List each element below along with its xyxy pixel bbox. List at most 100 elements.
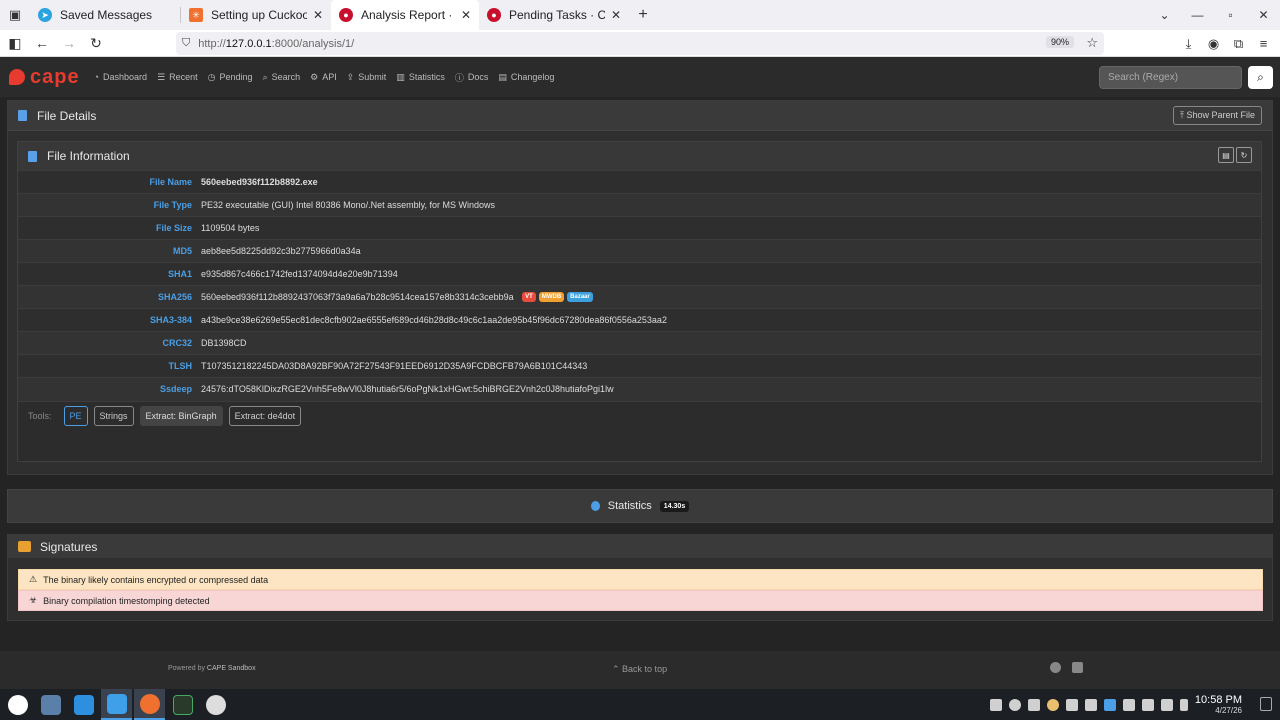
task-switcher-icon xyxy=(40,694,61,715)
tool-bingraph-button[interactable]: Extract: BinGraph xyxy=(139,405,223,426)
back-arrow-icon[interactable]: ← xyxy=(30,31,54,55)
chat-tray-icon[interactable] xyxy=(1104,698,1116,711)
file-manager-button[interactable] xyxy=(101,689,132,720)
search-icon: ⌕ xyxy=(1257,70,1264,84)
minimize-icon[interactable]: — xyxy=(1181,8,1214,22)
close-tab-icon[interactable]: ✕ xyxy=(611,8,621,22)
tool-de4dot-button[interactable]: Extract: de4dot xyxy=(228,405,302,426)
download-icon[interactable]: ⤓ xyxy=(1180,36,1197,52)
tab-list-icon[interactable]: ▣ xyxy=(0,0,30,30)
github-icon[interactable] xyxy=(1050,662,1061,673)
volume-tray-icon[interactable] xyxy=(1123,698,1135,711)
cape-sandbox-link[interactable]: CAPE Sandbox xyxy=(207,665,256,672)
biohazard-icon: ☣ xyxy=(29,595,38,605)
show-parent-file-button[interactable]: ⤒ Show Parent File xyxy=(1172,106,1262,125)
file-icon xyxy=(18,110,27,121)
file-details-panel: File Details ⤒ Show Parent File File Inf… xyxy=(7,100,1273,475)
network-tray-icon[interactable] xyxy=(990,698,1002,711)
nav-docs[interactable]: ⓘ Docs xyxy=(455,71,489,84)
bluetooth-tray-icon[interactable] xyxy=(1066,698,1078,711)
reload-icon[interactable]: ↻ xyxy=(84,31,108,55)
firefox-button[interactable] xyxy=(134,689,165,720)
new-tab-icon[interactable]: + xyxy=(629,6,657,24)
bazaar-badge[interactable]: Bazaar xyxy=(567,292,593,303)
refresh-icon[interactable]: ↻ xyxy=(1236,147,1252,163)
nav-submit[interactable]: ⇪ Submit xyxy=(347,72,387,83)
file-information-header: File Information ▤ ↻ xyxy=(18,142,1261,170)
file-information-panel: File Information ▤ ↻ File Name 560eebed93… xyxy=(17,141,1262,462)
document-icon[interactable]: ▤ xyxy=(1218,147,1234,163)
maximize-icon[interactable]: ▫ xyxy=(1214,8,1247,22)
cape-favicon-icon: ● xyxy=(339,8,353,22)
changelog-icon: ▤ xyxy=(498,71,507,82)
table-row: SHA1 e935d867c466c1742fed1374094d4e20e9b7… xyxy=(18,262,1261,286)
store-button[interactable] xyxy=(68,689,99,720)
table-row: TLSH T1073512182245DA03D8A92BF90A72F27543… xyxy=(18,354,1261,378)
cape-favicon-icon: ● xyxy=(487,8,501,22)
tab-pending-tasks[interactable]: ● Pending Tasks · CAPE Sand ✕ xyxy=(479,0,629,30)
wifi-tray-icon[interactable] xyxy=(1161,698,1173,711)
system-tray xyxy=(990,689,1188,720)
nav-statistics[interactable]: ▥ Statistics xyxy=(396,72,445,83)
display-tray-icon[interactable] xyxy=(1142,698,1154,711)
forward-arrow-icon[interactable]: → xyxy=(57,31,81,55)
regex-search-input[interactable]: Search (Regex) xyxy=(1099,66,1242,89)
tool-pe-button[interactable]: PE xyxy=(63,405,88,426)
chevron-down-icon[interactable]: ⌄ xyxy=(1148,8,1181,22)
close-tab-icon[interactable]: ✕ xyxy=(461,8,471,22)
task-switcher-button[interactable] xyxy=(35,689,66,720)
cape-logo[interactable]: cape xyxy=(9,66,80,89)
folder-icon xyxy=(106,693,127,714)
nav-changelog[interactable]: ▤ Changelog xyxy=(498,72,554,83)
nav-recent[interactable]: ☰ Recent xyxy=(157,72,198,83)
tab-saved-messages[interactable]: ➤ Saved Messages xyxy=(30,0,180,30)
close-tab-icon[interactable]: ✕ xyxy=(313,8,323,22)
nav-pending[interactable]: ◷ Pending xyxy=(208,72,253,83)
stopwatch-icon xyxy=(590,501,600,511)
page-title: File Details xyxy=(37,108,97,123)
back-to-top-link[interactable]: ⌃ Back to top xyxy=(612,664,667,675)
tray-expand-icon[interactable] xyxy=(1180,698,1188,711)
menu-icon[interactable]: ≡ xyxy=(1255,36,1272,51)
upload-icon: ⇪ xyxy=(346,71,355,82)
nav-api[interactable]: ⚙ API xyxy=(310,72,337,83)
url-bar[interactable]: ⛉ http://127.0.0.1:8000/analysis/1/ 90% … xyxy=(176,32,1104,55)
tab-setting-up-cuckoo[interactable]: ✳ Setting up Cuckoo sandbo ✕ xyxy=(181,0,331,30)
table-row: File Name 560eebed936f112b8892.exe xyxy=(18,170,1261,194)
close-window-icon[interactable]: ✕ xyxy=(1247,8,1280,22)
nav-dashboard[interactable]: ◔ Dashboard xyxy=(94,72,147,82)
bar-chart-icon: ▥ xyxy=(396,71,405,82)
docs-icon[interactable] xyxy=(1072,662,1083,673)
bookmark-star-icon[interactable]: ☆ xyxy=(1086,35,1098,51)
account-icon[interactable]: ◉ xyxy=(1205,36,1222,52)
show-desktop-button[interactable] xyxy=(1260,697,1272,711)
duration-badge: 14.30s xyxy=(659,500,690,512)
statistics-toggle[interactable]: Statistics 14.30s xyxy=(7,489,1273,523)
telegram-icon: ➤ xyxy=(38,8,52,22)
app-launcher-button[interactable] xyxy=(2,689,33,720)
signature-item[interactable]: ☣ Binary compilation timestomping detect… xyxy=(18,590,1263,611)
terminal-button[interactable] xyxy=(167,689,198,720)
brightness-tray-icon[interactable] xyxy=(1085,698,1097,711)
mwdb-badge[interactable]: MWDB xyxy=(538,292,565,303)
cape-logo-icon xyxy=(9,69,25,85)
vt-badge[interactable]: VT xyxy=(522,292,536,303)
signatures-panel: Signatures ⚠ The binary likely contains … xyxy=(7,534,1273,621)
launcher-icon xyxy=(7,694,28,715)
nav-search[interactable]: ⌕ Search xyxy=(263,72,301,83)
clipboard-tray-icon[interactable] xyxy=(1028,698,1040,711)
tab-analysis-report[interactable]: ● Analysis Report · CAPE San ✕ xyxy=(331,0,479,30)
power-tray-icon[interactable] xyxy=(1009,698,1021,711)
update-tray-icon[interactable] xyxy=(1047,698,1059,711)
tool-strings-button[interactable]: Strings xyxy=(93,405,134,426)
extensions-icon[interactable]: ⧉ xyxy=(1230,36,1247,52)
sidebar-toggle-icon[interactable]: ◧ xyxy=(3,31,27,55)
site-info-icon[interactable]: ⛉ xyxy=(182,37,190,50)
tools-bar: Tools: PE Strings Extract: BinGraph Extr… xyxy=(18,400,1261,430)
signature-item[interactable]: ⚠ The binary likely contains encrypted o… xyxy=(18,569,1263,590)
vm-manager-button[interactable] xyxy=(200,689,231,720)
search-button[interactable]: ⌕ xyxy=(1248,66,1273,89)
zoom-level-badge[interactable]: 90% xyxy=(1045,36,1074,48)
table-row: File Type PE32 executable (GUI) Intel 803… xyxy=(18,193,1261,217)
taskbar-clock[interactable]: 10:58 PM 4/27/26 xyxy=(1195,694,1242,715)
